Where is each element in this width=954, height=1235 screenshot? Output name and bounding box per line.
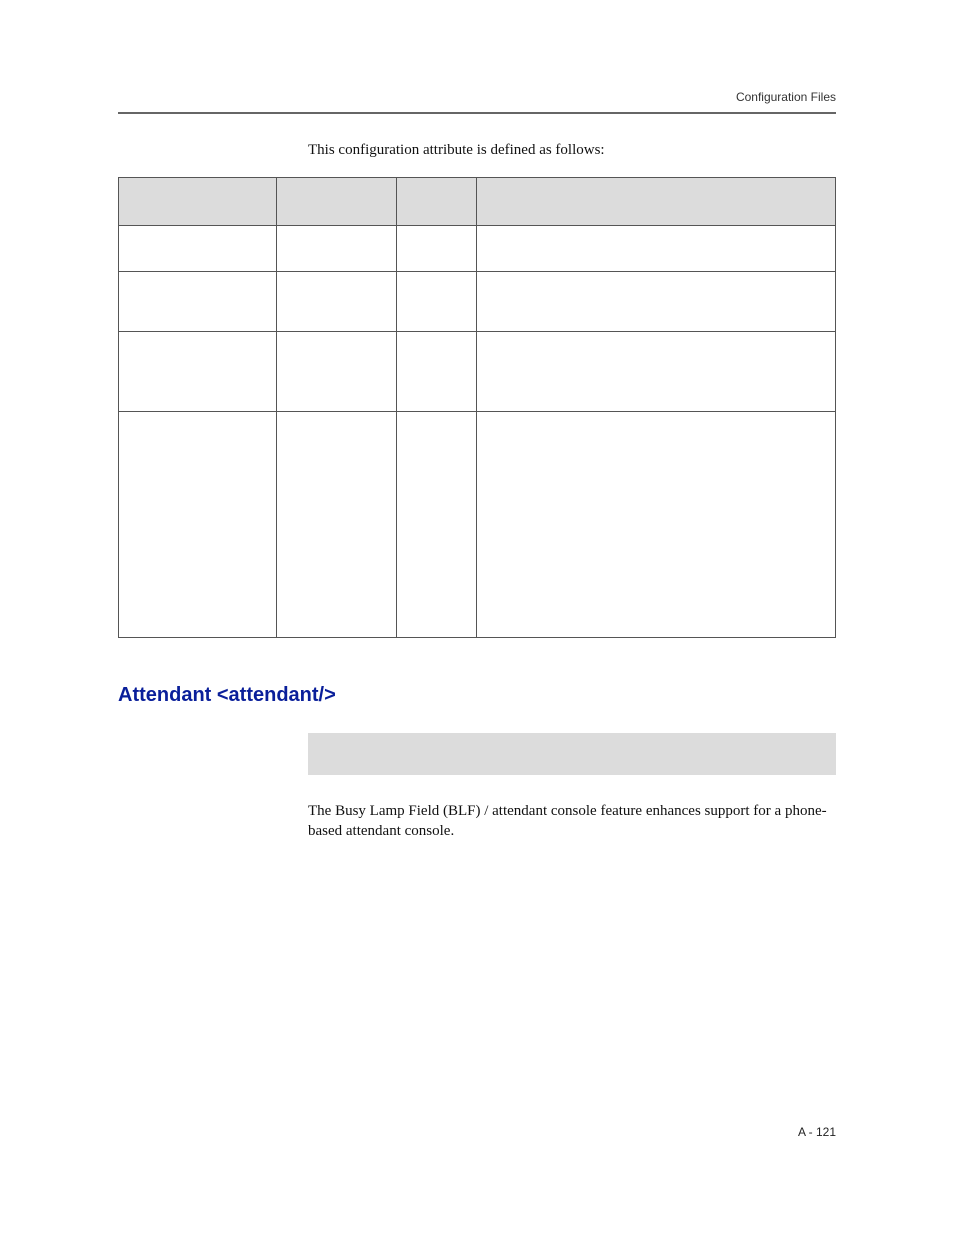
config-table [118,177,836,638]
th-4 [477,178,836,226]
td [477,226,836,272]
td [477,332,836,412]
td [277,332,397,412]
td [477,412,836,638]
td [119,272,277,332]
td [119,332,277,412]
intro-text: This configuration attribute is defined … [308,142,836,159]
td [397,332,477,412]
section-heading-attendant: Attendant <attendant/> [118,684,836,707]
td [397,226,477,272]
td [119,226,277,272]
td [119,412,277,638]
table-row [119,332,836,412]
body-paragraph: The Busy Lamp Field (BLF) / attendant co… [308,801,836,842]
table-row [119,272,836,332]
table-row [119,226,836,272]
table-row [119,412,836,638]
td [277,272,397,332]
td [277,412,397,638]
running-header: Configuration Files [118,90,836,104]
td [277,226,397,272]
th-3 [397,178,477,226]
table-header-row [119,178,836,226]
th-1 [119,178,277,226]
note-box [308,733,836,775]
page-content: Configuration Files This configuration a… [0,0,954,842]
td [397,272,477,332]
td [477,272,836,332]
th-2 [277,178,397,226]
header-rule [118,112,836,114]
td [397,412,477,638]
page-number: A - 121 [798,1125,836,1139]
